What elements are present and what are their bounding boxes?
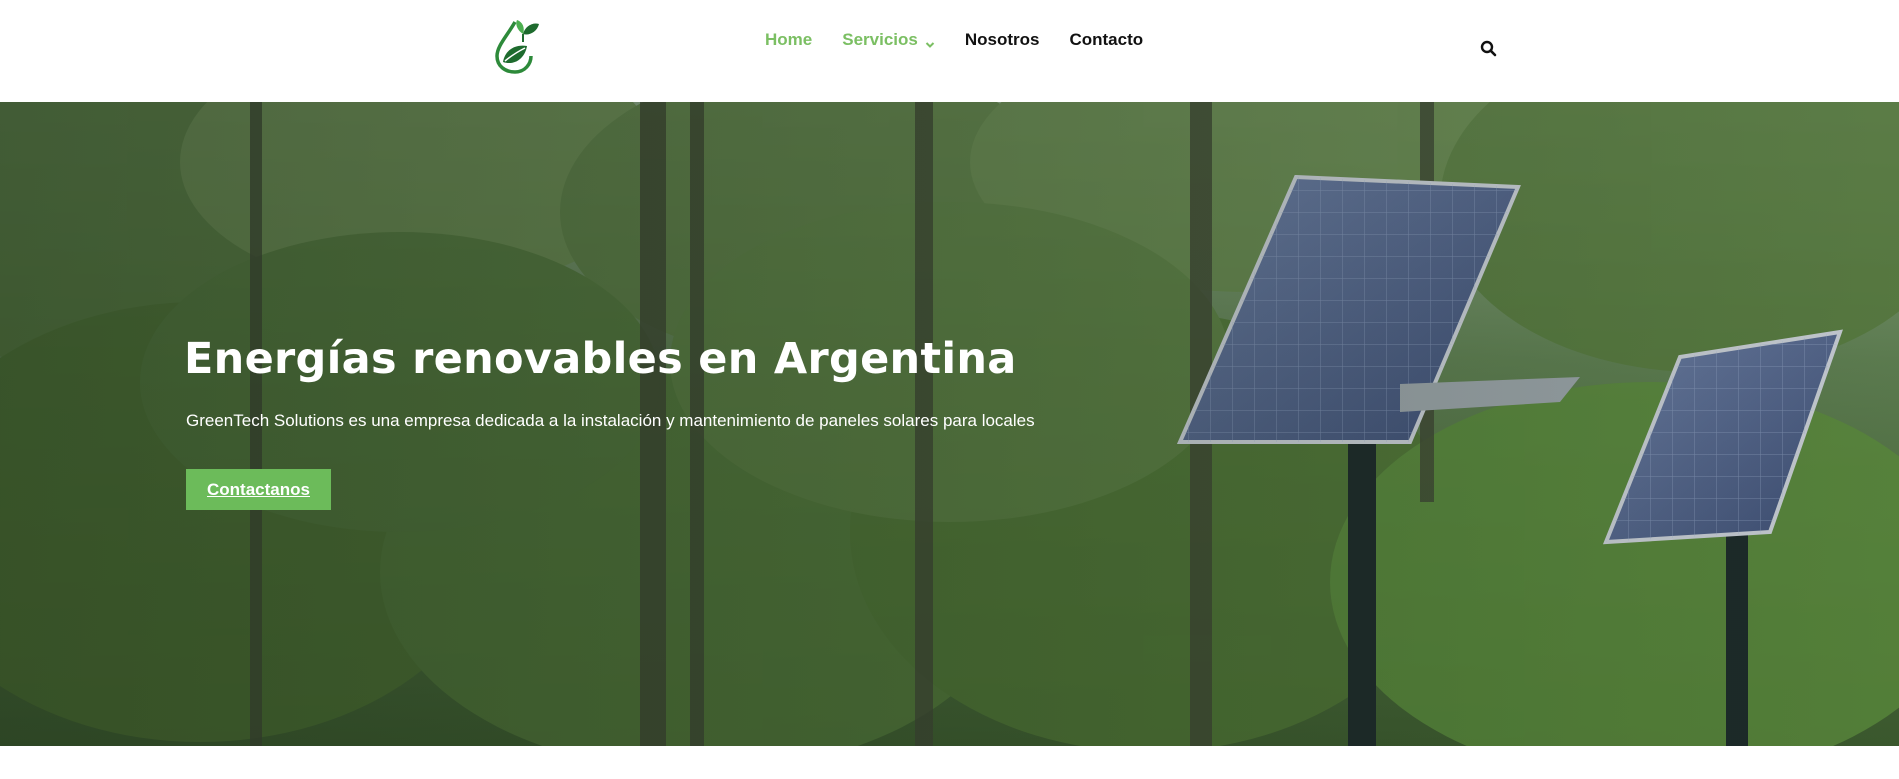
main-nav: Home Servicios Nosotros Contacto	[765, 28, 1143, 52]
contactanos-button[interactable]: Contactanos	[186, 469, 331, 510]
hero-section: Energías renovables en Argentina GreenTe…	[0, 102, 1899, 746]
section-divider	[0, 746, 1899, 779]
leaf-drop-logo-icon[interactable]	[493, 18, 543, 74]
site-header: Home Servicios Nosotros Contacto	[0, 0, 1899, 102]
nav-home-link[interactable]: Home	[765, 30, 812, 50]
nav-contacto-link[interactable]: Contacto	[1069, 30, 1143, 50]
chevron-down-icon	[925, 35, 935, 48]
hero-subtitle: GreenTech Solutions es una empresa dedic…	[186, 411, 1035, 430]
nav-servicios-label: Servicios	[842, 30, 918, 49]
nav-servicios-link[interactable]: Servicios	[842, 30, 935, 50]
hero-title: Energías renovables en Argentina	[184, 334, 1017, 384]
nav-nosotros-link[interactable]: Nosotros	[965, 30, 1040, 50]
search-icon[interactable]	[1480, 40, 1497, 57]
